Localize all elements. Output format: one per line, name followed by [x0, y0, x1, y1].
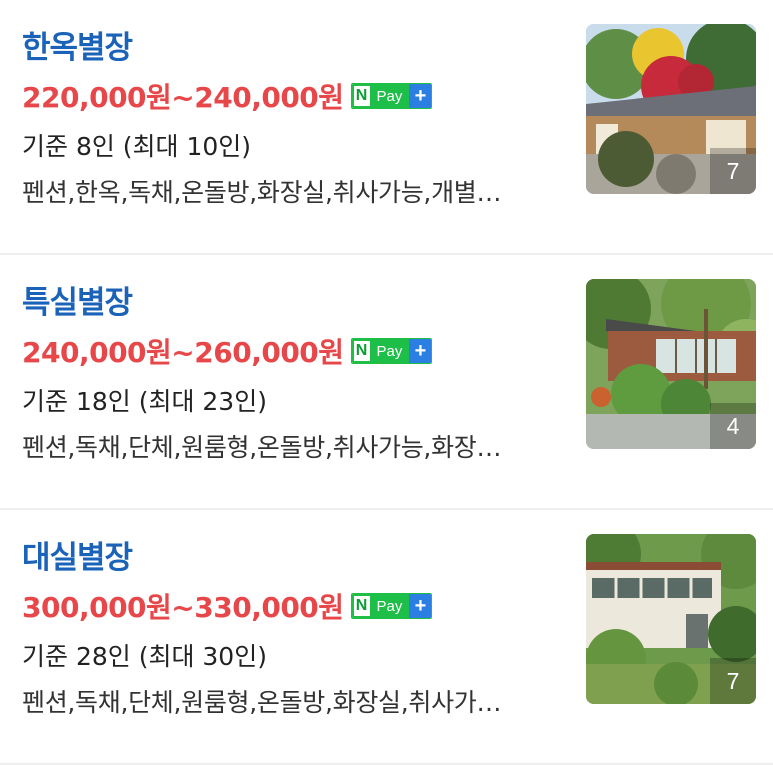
npay-badge: N Pay +: [350, 593, 433, 619]
listing-thumbnail[interactable]: 4: [586, 279, 756, 449]
listing-price: 220,000원~240,000원: [22, 81, 344, 114]
listing-price: 240,000원~260,000원: [22, 336, 344, 369]
npay-plus-icon: +: [409, 339, 432, 363]
npay-plus-icon: +: [409, 594, 432, 618]
listing-capacity: 기준 18인 (최대 23인): [22, 387, 267, 416]
listing-item[interactable]: 특실별장 240,000원~260,000원 N Pay + 기준 18인 (최…: [0, 255, 773, 510]
listing-list: 한옥별장 220,000원~240,000원 N Pay + 기준 8인 (최대…: [0, 0, 773, 765]
npay-pay-label: Pay: [371, 339, 410, 363]
npay-plus-icon: +: [409, 84, 432, 108]
price-row: 240,000원~260,000원 N Pay +: [22, 331, 433, 371]
photo-count: 4: [710, 403, 756, 449]
listing-title[interactable]: 특실별장: [22, 277, 133, 322]
listing-thumbnail[interactable]: 7: [586, 24, 756, 194]
npay-n-logo-icon: N: [351, 339, 372, 363]
listing-tags: 펜션,독채,단체,원룸형,온돌방,화장실,취사가…: [22, 688, 502, 717]
npay-badge: N Pay +: [350, 338, 433, 364]
npay-pay-label: Pay: [371, 594, 410, 618]
listing-thumbnail[interactable]: 7: [586, 534, 756, 704]
listing-price: 300,000원~330,000원: [22, 591, 344, 624]
photo-count: 7: [710, 658, 756, 704]
listing-title[interactable]: 한옥별장: [22, 22, 133, 67]
photo-count: 7: [710, 148, 756, 194]
price-row: 220,000원~240,000원 N Pay +: [22, 76, 433, 116]
npay-pay-label: Pay: [371, 84, 410, 108]
price-row: 300,000원~330,000원 N Pay +: [22, 586, 433, 626]
npay-n-logo-icon: N: [351, 594, 372, 618]
listing-tags: 펜션,독채,단체,원룸형,온돌방,취사가능,화장…: [22, 433, 502, 462]
listing-tags: 펜션,한옥,독채,온돌방,화장실,취사가능,개별…: [22, 178, 502, 207]
npay-badge: N Pay +: [350, 83, 433, 109]
listing-item[interactable]: 한옥별장 220,000원~240,000원 N Pay + 기준 8인 (최대…: [0, 0, 773, 255]
listing-capacity: 기준 8인 (최대 10인): [22, 132, 252, 161]
npay-n-logo-icon: N: [351, 84, 372, 108]
listing-item[interactable]: 대실별장 300,000원~330,000원 N Pay + 기준 28인 (최…: [0, 510, 773, 765]
listing-title[interactable]: 대실별장: [22, 532, 133, 577]
listing-capacity: 기준 28인 (최대 30인): [22, 642, 267, 671]
